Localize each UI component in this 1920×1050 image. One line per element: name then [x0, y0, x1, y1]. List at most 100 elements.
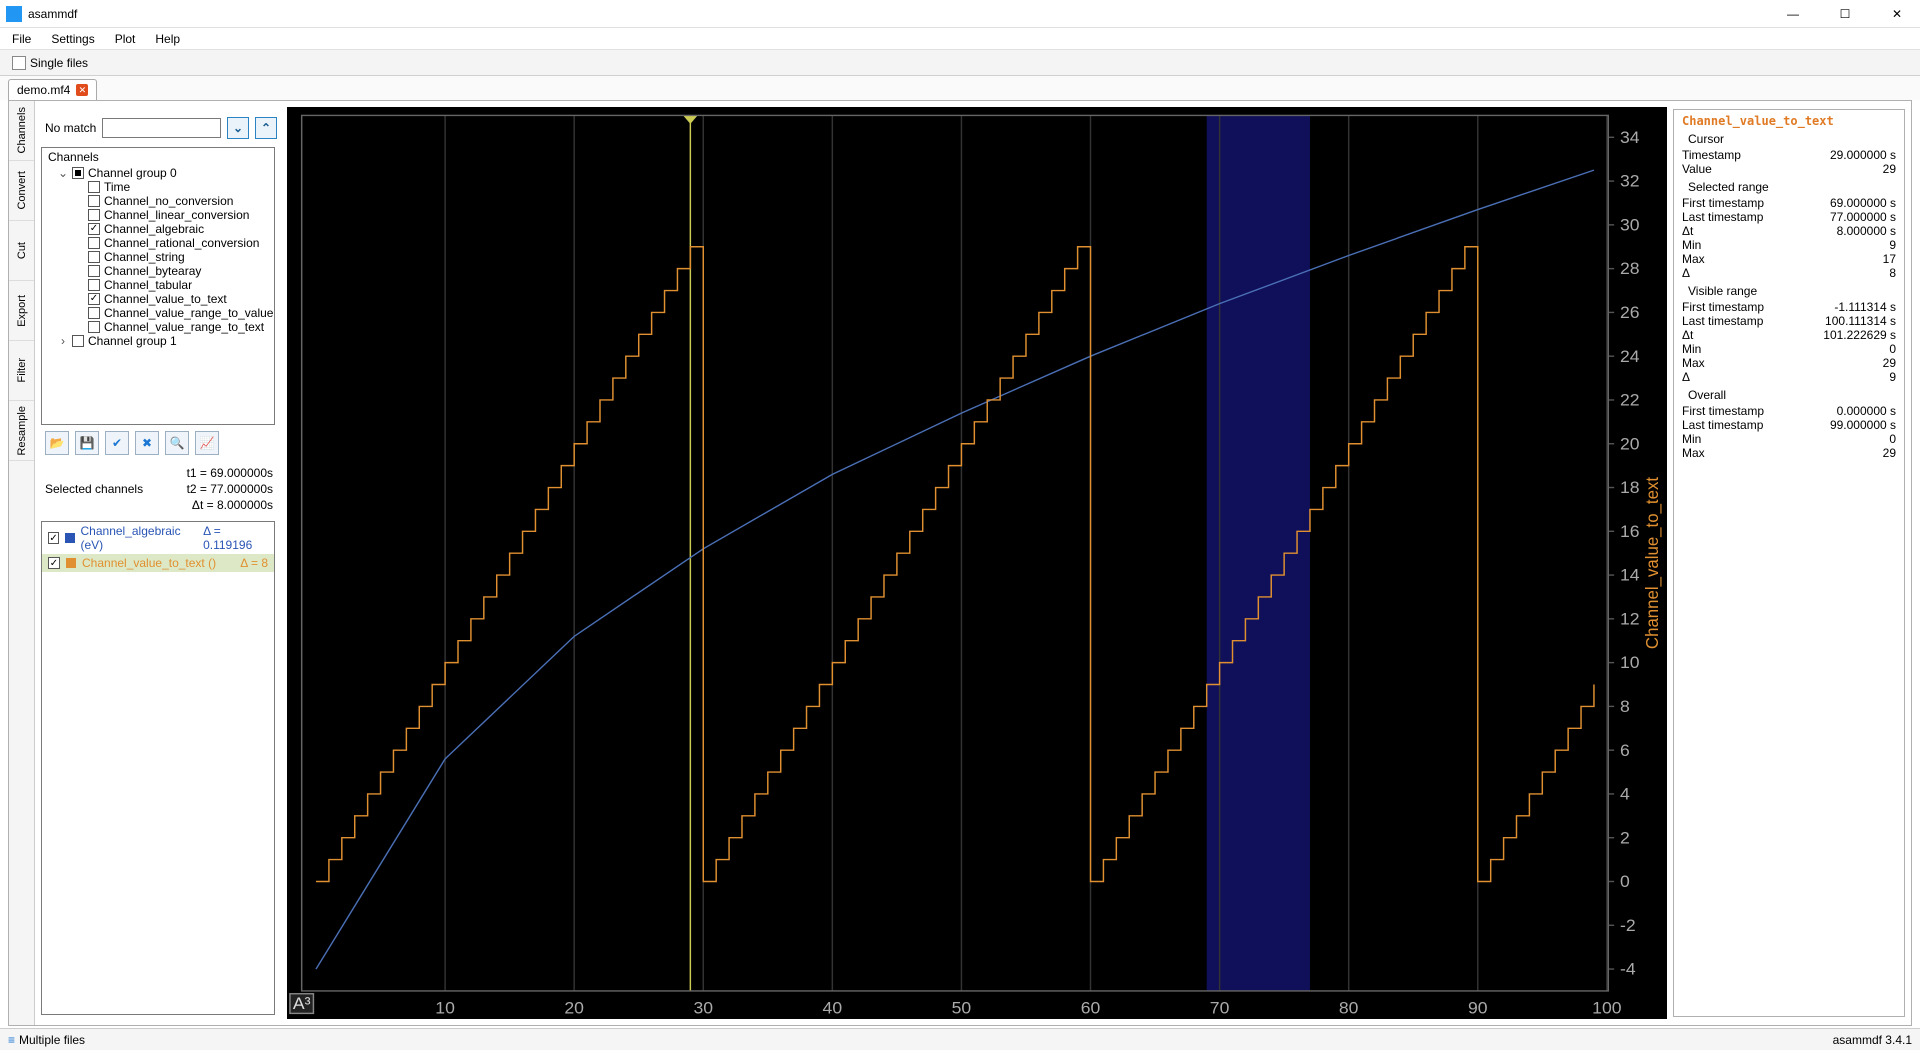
- collapse-icon[interactable]: ⌄: [58, 166, 68, 180]
- info-row: Min9: [1682, 238, 1896, 252]
- tree-group-1[interactable]: › Channel group 1: [58, 334, 274, 348]
- document-tab[interactable]: demo.mf4 ✕: [8, 79, 97, 100]
- save-icon: 💾: [80, 436, 95, 450]
- single-files-button[interactable]: Single files: [6, 54, 94, 72]
- tree-item[interactable]: Channel_rational_conversion: [74, 236, 274, 250]
- tree-group-0[interactable]: ⌄ Channel group 0: [58, 166, 274, 180]
- sidetab-convert[interactable]: Convert: [9, 161, 34, 221]
- sidetab-channels[interactable]: Channels: [9, 101, 34, 161]
- checkbox[interactable]: [88, 265, 100, 277]
- tree-item[interactable]: Channel_bytearay: [74, 264, 274, 278]
- search-input[interactable]: [102, 118, 221, 138]
- svg-text:20: 20: [1620, 434, 1640, 454]
- selected-channel-row[interactable]: Channel_algebraic (eV)Δ = 0.119196: [42, 522, 274, 554]
- svg-text:28: 28: [1620, 259, 1640, 279]
- selected-channel-row[interactable]: Channel_value_to_text ()Δ = 8: [42, 554, 274, 572]
- search-button[interactable]: 🔍: [165, 431, 189, 455]
- tree-item[interactable]: Channel_value_range_to_text: [74, 320, 274, 334]
- tree-item-label: Channel_rational_conversion: [104, 236, 259, 250]
- info-row: Min0: [1682, 432, 1896, 446]
- tree-title: Channels: [42, 148, 274, 166]
- checkbox[interactable]: [88, 321, 100, 333]
- time-stats: t1 = 69.000000s Selected channelst2 = 77…: [45, 465, 273, 513]
- channel-delta: Δ = 0.119196: [203, 524, 268, 552]
- svg-text:12: 12: [1620, 609, 1640, 629]
- search-icon: 🔍: [170, 436, 185, 450]
- uncheck-all-button[interactable]: ✖: [135, 431, 159, 455]
- menu-plot[interactable]: Plot: [107, 30, 144, 48]
- tree-item[interactable]: Channel_tabular: [74, 278, 274, 292]
- maximize-button[interactable]: ☐: [1828, 3, 1862, 25]
- svg-text:22: 22: [1620, 390, 1640, 410]
- channel-name: Channel_algebraic (eV): [81, 524, 198, 552]
- plot-canvas[interactable]: 102030405060708090100-4-2024681012141618…: [287, 107, 1667, 1019]
- close-button[interactable]: ✕: [1880, 3, 1914, 25]
- search-down-button[interactable]: ⌄: [227, 117, 249, 139]
- tree-item[interactable]: Channel_no_conversion: [74, 194, 274, 208]
- checkbox[interactable]: [88, 251, 100, 263]
- channel-delta: Δ = 8: [240, 556, 268, 570]
- tree-item-label: Channel_algebraic: [104, 222, 204, 236]
- chevron-down-icon: ⌄: [233, 121, 243, 135]
- checkbox[interactable]: [88, 307, 100, 319]
- save-button[interactable]: 💾: [75, 431, 99, 455]
- checkbox[interactable]: [48, 557, 60, 569]
- menu-help[interactable]: Help: [147, 30, 188, 48]
- sidetab-cut[interactable]: Cut: [9, 221, 34, 281]
- tree-item[interactable]: Channel_algebraic: [74, 222, 274, 236]
- tab-close-icon[interactable]: ✕: [76, 84, 88, 96]
- sidetab-export[interactable]: Export: [9, 281, 34, 341]
- left-panel: No match ⌄ ⌃ Channels ⌄ Channel group 0 …: [35, 101, 281, 1025]
- info-row: Timestamp29.000000 s: [1682, 148, 1896, 162]
- checkbox[interactable]: [88, 223, 100, 235]
- color-swatch: [66, 558, 76, 568]
- checkbox[interactable]: [88, 279, 100, 291]
- info-section-title: Visible range: [1682, 284, 1896, 298]
- checkbox[interactable]: [72, 335, 84, 347]
- checkbox[interactable]: [88, 237, 100, 249]
- checkbox[interactable]: [88, 195, 100, 207]
- sidetab-resample[interactable]: Resample: [9, 401, 34, 461]
- tree-item[interactable]: Channel_string: [74, 250, 274, 264]
- tree-item[interactable]: Channel_value_to_text: [74, 292, 274, 306]
- sidetab-filter[interactable]: Filter: [9, 341, 34, 401]
- status-left: Multiple files: [19, 1033, 85, 1047]
- tree-item-label: Channel_linear_conversion: [104, 208, 249, 222]
- svg-text:-2: -2: [1620, 915, 1636, 935]
- tree-item-label: Channel_bytearay: [104, 264, 201, 278]
- checkbox[interactable]: [88, 181, 100, 193]
- window-title: asammdf: [28, 7, 1776, 21]
- tree-item[interactable]: Time: [74, 180, 274, 194]
- info-row: First timestamp0.000000 s: [1682, 404, 1896, 418]
- open-button[interactable]: 📂: [45, 431, 69, 455]
- search-up-button[interactable]: ⌃: [255, 117, 277, 139]
- minimize-button[interactable]: —: [1776, 3, 1810, 25]
- info-row: Last timestamp100.111314 s: [1682, 314, 1896, 328]
- svg-text:70: 70: [1210, 998, 1230, 1018]
- folder-open-icon: 📂: [50, 436, 65, 450]
- checkbox-tristate[interactable]: [72, 167, 84, 179]
- channel-tree[interactable]: Channels ⌄ Channel group 0 TimeChannel_n…: [41, 147, 275, 425]
- selected-channels-list[interactable]: Channel_algebraic (eV)Δ = 0.119196Channe…: [41, 521, 275, 1015]
- info-row: Max29: [1682, 356, 1896, 370]
- info-row: Value29: [1682, 162, 1896, 176]
- info-section-title: Cursor: [1682, 132, 1896, 146]
- plot-button[interactable]: 📈: [195, 431, 219, 455]
- menu-file[interactable]: File: [4, 30, 39, 48]
- tree-item[interactable]: Channel_value_range_to_value: [74, 306, 274, 320]
- check-all-button[interactable]: ✔: [105, 431, 129, 455]
- checkbox[interactable]: [88, 209, 100, 221]
- checkbox[interactable]: [88, 293, 100, 305]
- tree-item[interactable]: Channel_linear_conversion: [74, 208, 274, 222]
- svg-text:0: 0: [1620, 871, 1630, 891]
- svg-text:A³: A³: [293, 994, 311, 1014]
- tree-item-label: Channel_string: [104, 250, 185, 264]
- svg-text:60: 60: [1081, 998, 1101, 1018]
- menu-settings[interactable]: Settings: [43, 30, 102, 48]
- expand-icon[interactable]: ›: [58, 334, 68, 348]
- checkbox[interactable]: [48, 532, 59, 544]
- info-row: Last timestamp99.000000 s: [1682, 418, 1896, 432]
- info-row: Min0: [1682, 342, 1896, 356]
- side-tabs: Channels Convert Cut Export Filter Resam…: [9, 101, 35, 1025]
- tree-item-label: Channel_value_range_to_text: [104, 320, 264, 334]
